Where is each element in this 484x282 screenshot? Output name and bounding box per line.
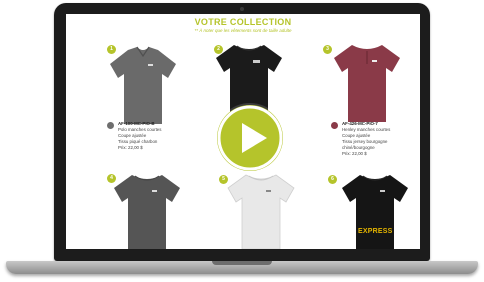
product-6-tshirt-image[interactable] xyxy=(336,170,414,249)
page-title: VOTRE COLLECTION xyxy=(194,17,292,27)
product-1-color-swatch xyxy=(107,122,114,129)
product-1-description: AF-100-MC-PIO-B Polo manches courtes Cou… xyxy=(118,121,161,151)
play-icon xyxy=(217,105,283,171)
screen: VOTRE COLLECTION ** À noter que les vête… xyxy=(66,14,420,249)
page-subtitle: ** À noter que les vêtements sont de tai… xyxy=(194,28,292,33)
video-play-button[interactable] xyxy=(217,105,283,171)
laptop-notch xyxy=(212,261,272,265)
product-3-henley-image[interactable] xyxy=(328,40,406,124)
product-1-polo-image[interactable] xyxy=(104,44,182,126)
product-3-price: Prix: 22,00 $ xyxy=(342,151,367,156)
express-badge: EXPRESS xyxy=(358,228,393,235)
product-1-price: Prix: 22,00 $ xyxy=(118,145,143,150)
laptop-base xyxy=(6,261,478,274)
webcam-icon xyxy=(240,7,244,11)
product-4-tshirt-image[interactable] xyxy=(108,170,186,249)
product-3-description: AF-426-MC-PIO-7 Henley manches courtes C… xyxy=(342,121,390,157)
product-3-color-swatch xyxy=(331,122,338,129)
product-5-tshirt-image[interactable] xyxy=(222,170,300,249)
